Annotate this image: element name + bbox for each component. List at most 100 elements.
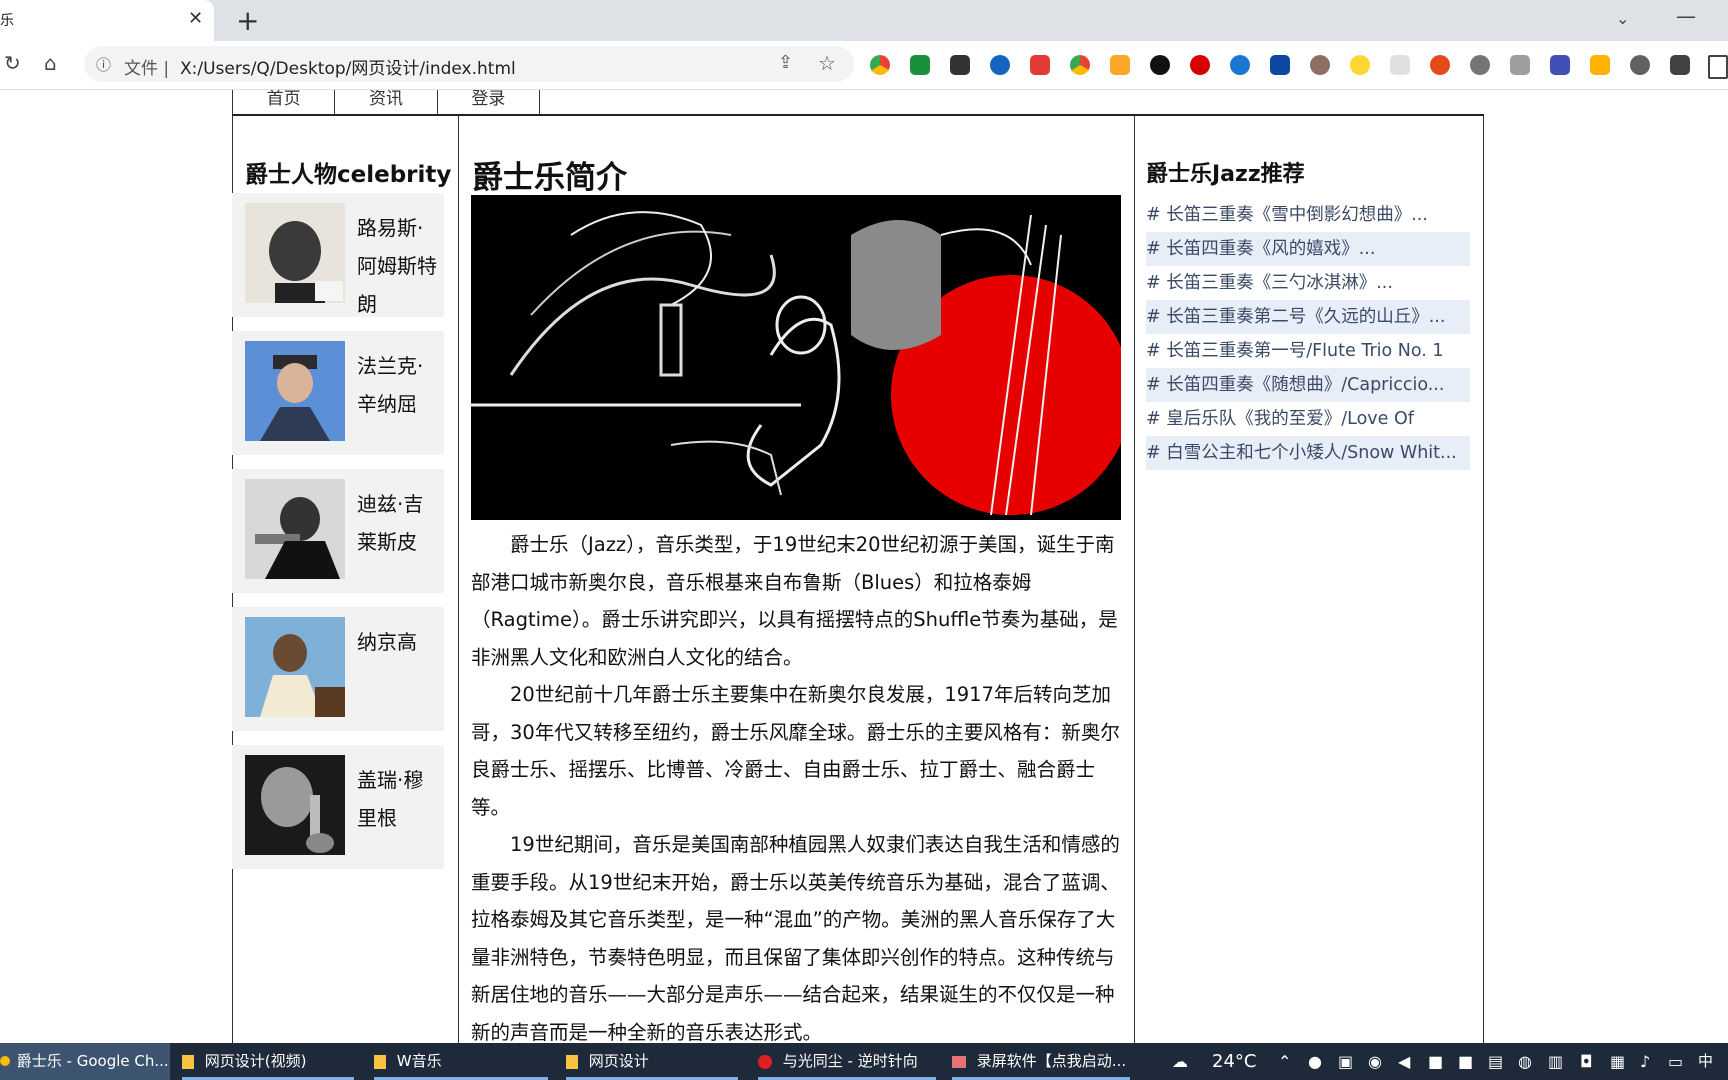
address-bar[interactable]: ⓘ 文件 | X:/Users/Q/Desktop/网页设计/index.htm… bbox=[84, 46, 854, 82]
tray-app-icon[interactable]: ▣ bbox=[1338, 1043, 1353, 1080]
taskbar-item-music[interactable]: 与光同尘 - 逆时针向 bbox=[758, 1043, 936, 1080]
recommend-link[interactable]: # 长笛四重奏《随想曲》/Capriccio... bbox=[1146, 368, 1470, 402]
reload-icon[interactable]: ↻ bbox=[4, 51, 21, 75]
taskbar-label: 网页设计(视频) bbox=[204, 1052, 307, 1070]
tray-app-icon[interactable]: ■ bbox=[1428, 1043, 1443, 1080]
extension-icon[interactable] bbox=[950, 55, 970, 75]
recommend-link[interactable]: # 长笛四重奏《风的嬉戏》... bbox=[1146, 232, 1470, 266]
taskbar-item-folder[interactable]: W音乐 bbox=[374, 1043, 548, 1080]
wechat-icon[interactable]: ● bbox=[1308, 1043, 1322, 1080]
person-card[interactable]: 盖瑞·穆里根 bbox=[232, 745, 444, 869]
recommend-link[interactable]: # 长笛三重奏第二号《久远的山丘》... bbox=[1146, 300, 1470, 334]
extension-icon[interactable] bbox=[1470, 55, 1490, 75]
extension-icon[interactable] bbox=[1030, 55, 1050, 75]
nav-home[interactable]: 首页 bbox=[233, 90, 336, 114]
extension-icon[interactable] bbox=[1510, 55, 1530, 75]
extension-icon[interactable] bbox=[1190, 55, 1210, 75]
tray-app-icon[interactable]: ◀ bbox=[1398, 1043, 1410, 1080]
tab-title: 乐 bbox=[0, 13, 14, 29]
extension-icon[interactable] bbox=[1630, 55, 1650, 75]
person-name[interactable]: 盖瑞·穆里根 bbox=[357, 761, 443, 837]
tray-expand-icon[interactable]: ⌃ bbox=[1278, 1043, 1291, 1080]
folder-icon bbox=[182, 1054, 194, 1069]
recommend-link[interactable]: # 白雪公主和七个小矮人/Snow Whit... bbox=[1146, 436, 1470, 470]
extension-icon[interactable] bbox=[1390, 55, 1410, 75]
tray-app-icon[interactable]: ◘ bbox=[1580, 1043, 1593, 1080]
extension-icon[interactable] bbox=[1590, 55, 1610, 75]
share-icon[interactable]: ⇪ bbox=[778, 52, 793, 73]
person-photo bbox=[245, 479, 345, 579]
recommend-link[interactable]: # 长笛三重奏《三勺冰淇淋》... bbox=[1146, 266, 1470, 300]
taskbar-label: 爵士乐 - Google Ch... bbox=[16, 1052, 169, 1070]
recommend-list: # 长笛三重奏《雪中倒影幻想曲》... # 长笛四重奏《风的嬉戏》... # 长… bbox=[1146, 198, 1470, 470]
extension-icon[interactable] bbox=[990, 55, 1010, 75]
tray-app-icon[interactable]: ■ bbox=[1458, 1043, 1473, 1080]
new-tab-button[interactable]: + bbox=[236, 4, 259, 37]
tab-close-icon[interactable]: ✕ bbox=[188, 8, 203, 29]
recommend-link[interactable]: # 长笛三重奏第一号/Flute Trio No. 1 bbox=[1146, 334, 1470, 368]
column-divider bbox=[458, 116, 459, 1043]
weather-icon[interactable]: ☁ bbox=[1172, 1043, 1188, 1080]
browser-toolbar: ↻ ⌂ ⓘ 文件 | X:/Users/Q/Desktop/网页设计/index… bbox=[0, 41, 1728, 90]
site-info-icon[interactable]: ⓘ bbox=[96, 54, 111, 75]
person-photo bbox=[245, 617, 345, 717]
ime-indicator[interactable]: 中 bbox=[1698, 1043, 1713, 1080]
recommend-link[interactable]: # 皇后乐队《我的至爱》/Love Of bbox=[1146, 402, 1470, 436]
person-name[interactable]: 纳京高 bbox=[357, 623, 443, 661]
nav-news[interactable]: 资讯 bbox=[335, 90, 438, 114]
person-name[interactable]: 路易斯·阿姆斯特朗 bbox=[357, 209, 443, 323]
paragraph: 爵士乐（Jazz），音乐类型，于19世纪末20世纪初源于美国，诞生于南部港口城市… bbox=[471, 533, 1118, 669]
bookmark-star-icon[interactable]: ☆ bbox=[818, 51, 836, 75]
extension-icon[interactable] bbox=[1070, 55, 1090, 75]
person-photo bbox=[245, 203, 345, 303]
jazz-illustration bbox=[471, 195, 1121, 520]
taskbar: 爵士乐 - Google Ch... 网页设计(视频) W音乐 网页设计 与光同… bbox=[0, 1043, 1728, 1080]
extension-icon[interactable] bbox=[1350, 55, 1370, 75]
extension-icon[interactable] bbox=[910, 55, 930, 75]
recommend-link[interactable]: # 长笛三重奏《雪中倒影幻想曲》... bbox=[1146, 198, 1470, 232]
person-card[interactable]: 纳京高 bbox=[232, 607, 444, 731]
weather-temp[interactable]: 24°C bbox=[1212, 1043, 1256, 1080]
side-panel-icon[interactable] bbox=[1708, 55, 1728, 79]
tray-app-icon[interactable]: ▤ bbox=[1488, 1043, 1503, 1080]
extension-icon[interactable] bbox=[1150, 55, 1170, 75]
person-photo bbox=[245, 755, 345, 855]
extension-icon[interactable] bbox=[1230, 55, 1250, 75]
tray-app-icon[interactable]: ▥ bbox=[1548, 1043, 1563, 1080]
taskbar-item-folder[interactable]: 网页设计(视频) bbox=[182, 1043, 354, 1080]
url-text[interactable]: X:/Users/Q/Desktop/网页设计/index.html bbox=[180, 54, 516, 79]
extension-icon[interactable] bbox=[1430, 55, 1450, 75]
taskbar-item-chrome[interactable]: 爵士乐 - Google Ch... bbox=[0, 1043, 170, 1080]
battery-icon[interactable]: ▭ bbox=[1668, 1043, 1683, 1080]
tray-app-icon[interactable]: ◉ bbox=[1368, 1043, 1382, 1080]
file-label: 文件 | bbox=[124, 59, 170, 79]
minimize-button[interactable]: — bbox=[1676, 4, 1696, 28]
browser-tab-strip: 乐 ✕ + ⌄ — bbox=[0, 0, 1728, 41]
person-card[interactable]: 迪兹·吉莱斯皮 bbox=[232, 469, 444, 593]
person-card[interactable]: 法兰克·辛纳屈 bbox=[232, 331, 444, 455]
home-icon[interactable]: ⌂ bbox=[44, 51, 57, 75]
taskbar-item-folder[interactable]: 网页设计 bbox=[566, 1043, 738, 1080]
puzzle-icon[interactable] bbox=[1670, 55, 1690, 75]
music-app-icon bbox=[758, 1054, 772, 1069]
extension-icon[interactable] bbox=[1110, 55, 1130, 75]
extension-icon[interactable] bbox=[1310, 55, 1330, 75]
tray-app-icon[interactable]: ▦ bbox=[1610, 1043, 1625, 1080]
person-photo bbox=[245, 341, 345, 441]
taskbar-label: W音乐 bbox=[396, 1052, 442, 1070]
taskbar-item-recorder[interactable]: 录屏软件【点我启动... bbox=[952, 1043, 1130, 1080]
nav-login[interactable]: 登录 bbox=[438, 90, 539, 114]
extension-icon[interactable] bbox=[870, 55, 890, 75]
tray-app-icon[interactable]: ◍ bbox=[1518, 1043, 1532, 1080]
person-card[interactable]: 路易斯·阿姆斯特朗 bbox=[232, 193, 444, 317]
extension-icon[interactable] bbox=[1550, 55, 1570, 75]
extension-icon[interactable] bbox=[1270, 55, 1290, 75]
person-name[interactable]: 法兰克·辛纳屈 bbox=[357, 347, 443, 423]
taskbar-label: 录屏软件【点我启动... bbox=[976, 1052, 1127, 1070]
volume-icon[interactable]: ♪ bbox=[1640, 1043, 1650, 1080]
tab-search-icon[interactable]: ⌄ bbox=[1616, 9, 1629, 28]
person-name[interactable]: 迪兹·吉莱斯皮 bbox=[357, 485, 443, 561]
intro-heading: 爵士乐简介 bbox=[472, 160, 627, 196]
taskbar-label: 网页设计 bbox=[588, 1052, 649, 1070]
active-tab[interactable]: 乐 ✕ bbox=[0, 0, 214, 41]
